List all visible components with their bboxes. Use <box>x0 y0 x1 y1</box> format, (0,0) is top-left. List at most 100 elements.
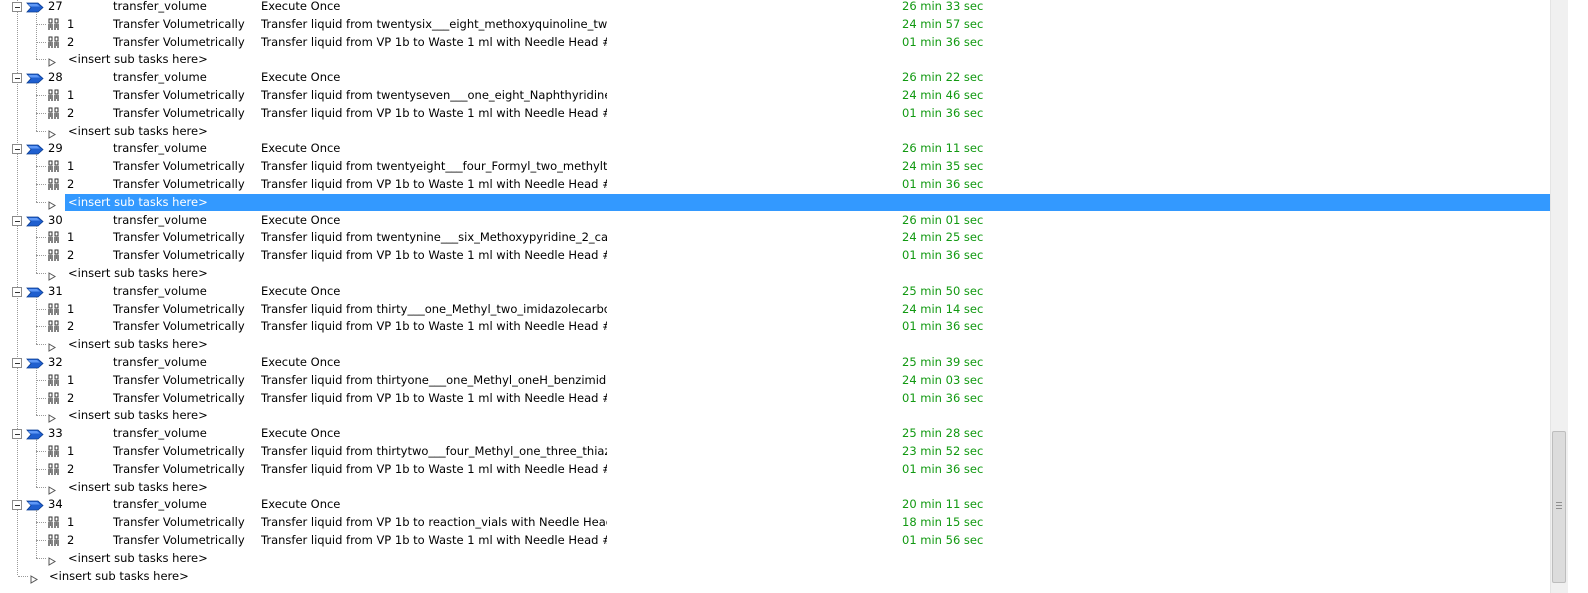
task-row[interactable]: 33 transfer_volume Execute Once 25 min 28 s… <box>0 425 1552 442</box>
task-name: transfer_volume <box>113 141 207 155</box>
insert-subtasks-label: <insert sub tasks here> <box>68 195 208 209</box>
subtask-row[interactable]: 2 Transfer Volumetrically Transfer liquid … <box>0 390 1552 407</box>
subtask-row[interactable]: 1 Transfer Volumetrically Transfer liquid … <box>0 443 1552 460</box>
insert-subtask-row[interactable]: <insert sub tasks here> <box>0 479 1552 496</box>
play-arrow-icon <box>48 554 56 566</box>
play-arrow-icon <box>48 411 56 423</box>
collapse-icon[interactable] <box>12 216 22 226</box>
insert-subtask-row[interactable]: <insert sub tasks here> <box>0 123 1552 140</box>
collapse-icon[interactable] <box>12 144 22 154</box>
tree-branch-line <box>36 184 46 185</box>
subtask-index: 1 <box>67 17 75 31</box>
collapse-icon[interactable] <box>12 287 22 297</box>
task-row[interactable]: 27 transfer_volume Execute Once 26 min 33 s… <box>0 0 1552 15</box>
task-duration: 26 min 33 sec <box>902 0 984 13</box>
collapse-icon[interactable] <box>12 2 22 12</box>
subtask-row[interactable]: 1 Transfer Volumetrically Transfer liquid … <box>0 301 1552 318</box>
scrollbar-grip-icon <box>1556 502 1562 511</box>
subtask-name: Transfer Volumetrically <box>113 515 245 529</box>
subtask-row[interactable]: 2 Transfer Volumetrically Transfer liquid … <box>0 176 1552 193</box>
insert-subtasks-label: <insert sub tasks here> <box>68 408 208 422</box>
task-duration: 25 min 28 sec <box>902 426 984 440</box>
subtask-index: 2 <box>67 533 75 547</box>
task-number: 31 <box>48 284 63 298</box>
subtask-index: 2 <box>67 462 75 476</box>
tree-branch-line <box>36 202 46 203</box>
subtask-row[interactable]: 2 Transfer Volumetrically Transfer liquid … <box>0 532 1552 549</box>
tree-branch-line <box>36 255 46 256</box>
tree-guide-line <box>36 368 37 415</box>
subtask-name: Transfer Volumetrically <box>113 177 245 191</box>
tree-branch-line <box>36 131 46 132</box>
task-row[interactable]: 34 transfer_volume Execute Once 20 min 11 s… <box>0 496 1552 513</box>
subtask-index: 2 <box>67 106 75 120</box>
subtask-index: 1 <box>67 373 75 387</box>
tree-branch-line <box>36 487 46 488</box>
task-row[interactable]: 28 transfer_volume Execute Once 26 min 22 s… <box>0 69 1552 86</box>
task-flag-icon <box>26 428 44 440</box>
subtask-index: 1 <box>67 444 75 458</box>
insert-subtask-row[interactable]: <insert sub tasks here> <box>0 550 1552 567</box>
insert-subtasks-label: <insert sub tasks here> <box>68 551 208 565</box>
tree-guide-line <box>36 12 37 59</box>
subtask-row[interactable]: 1 Transfer Volumetrically Transfer liquid … <box>0 16 1552 33</box>
insert-subtask-row[interactable]: <insert sub tasks here> <box>0 407 1552 424</box>
subtask-row[interactable]: 1 Transfer Volumetrically Transfer liquid … <box>0 514 1552 531</box>
tree-branch-line <box>36 344 46 345</box>
vertical-scrollbar[interactable] <box>1550 0 1568 593</box>
insert-subtasks-label: <insert sub tasks here> <box>68 337 208 351</box>
subtask-row[interactable]: 2 Transfer Volumetrically Transfer liquid … <box>0 34 1552 51</box>
collapse-icon[interactable] <box>12 500 22 510</box>
task-mode: Execute Once <box>261 426 341 440</box>
subtask-row[interactable]: 2 Transfer Volumetrically Transfer liquid … <box>0 247 1552 264</box>
subtask-row[interactable]: 1 Transfer Volumetrically Transfer liquid … <box>0 229 1552 246</box>
subtask-name: Transfer Volumetrically <box>113 533 245 547</box>
subtask-duration: 24 min 57 sec <box>902 17 984 31</box>
pipette-icon <box>48 303 60 316</box>
scrollbar-thumb[interactable] <box>1552 431 1566 583</box>
subtask-row[interactable]: 1 Transfer Volumetrically Transfer liquid … <box>0 372 1552 389</box>
insert-subtask-row[interactable]: <insert sub tasks here> <box>0 51 1552 68</box>
subtask-row[interactable]: 1 Transfer Volumetrically Transfer liquid … <box>0 87 1552 104</box>
subtask-description: Transfer liquid from VP 1b to Waste 1 ml… <box>261 177 607 191</box>
subtask-duration: 01 min 36 sec <box>902 462 984 476</box>
insert-subtask-row[interactable]: <insert sub tasks here> <box>0 336 1552 353</box>
pipette-icon <box>48 534 60 547</box>
task-row[interactable]: 31 transfer_volume Execute Once 25 min 50 s… <box>0 283 1552 300</box>
task-duration: 25 min 50 sec <box>902 284 984 298</box>
task-row[interactable]: 30 transfer_volume Execute Once 26 min 01 s… <box>0 212 1552 229</box>
subtask-name: Transfer Volumetrically <box>113 319 245 333</box>
collapse-icon[interactable] <box>12 429 22 439</box>
insert-subtasks-label: <insert sub tasks here> <box>68 52 208 66</box>
subtask-duration: 01 min 36 sec <box>902 106 984 120</box>
pipette-icon <box>48 445 60 458</box>
subtask-index: 1 <box>67 88 75 102</box>
task-row[interactable]: 32 transfer_volume Execute Once 25 min 39 s… <box>0 354 1552 371</box>
pipette-icon <box>48 107 60 120</box>
task-tree[interactable]: 27 transfer_volume Execute Once 26 min 33 s… <box>0 0 1566 593</box>
play-arrow-icon <box>30 572 38 584</box>
insert-subtask-row[interactable]: <insert sub tasks here> <box>0 265 1552 282</box>
tree-branch-line <box>18 576 28 577</box>
task-row[interactable]: 29 transfer_volume Execute Once 26 min 11 s… <box>0 140 1552 157</box>
subtask-description: Transfer liquid from thirtytwo___four_Me… <box>261 444 607 458</box>
collapse-icon[interactable] <box>12 73 22 83</box>
subtask-name: Transfer Volumetrically <box>113 391 245 405</box>
insert-subtask-row[interactable]: <insert sub tasks here> <box>0 194 1552 211</box>
subtask-name: Transfer Volumetrically <box>113 159 245 173</box>
tree-branch-line <box>36 469 46 470</box>
tree-branch-line <box>36 415 46 416</box>
pipette-icon <box>48 374 60 387</box>
pipette-icon <box>48 392 60 405</box>
insert-task-row[interactable]: <insert sub tasks here> <box>0 568 1552 585</box>
play-arrow-icon <box>48 340 56 352</box>
subtask-index: 2 <box>67 177 75 191</box>
subtask-row[interactable]: 2 Transfer Volumetrically Transfer liquid … <box>0 105 1552 122</box>
subtask-row[interactable]: 2 Transfer Volumetrically Transfer liquid … <box>0 461 1552 478</box>
subtask-row[interactable]: 2 Transfer Volumetrically Transfer liquid … <box>0 318 1552 335</box>
subtask-description: Transfer liquid from thirty___one_Methyl… <box>261 302 607 316</box>
collapse-icon[interactable] <box>12 358 22 368</box>
subtask-name: Transfer Volumetrically <box>113 302 245 316</box>
subtask-index: 2 <box>67 319 75 333</box>
subtask-row[interactable]: 1 Transfer Volumetrically Transfer liquid … <box>0 158 1552 175</box>
